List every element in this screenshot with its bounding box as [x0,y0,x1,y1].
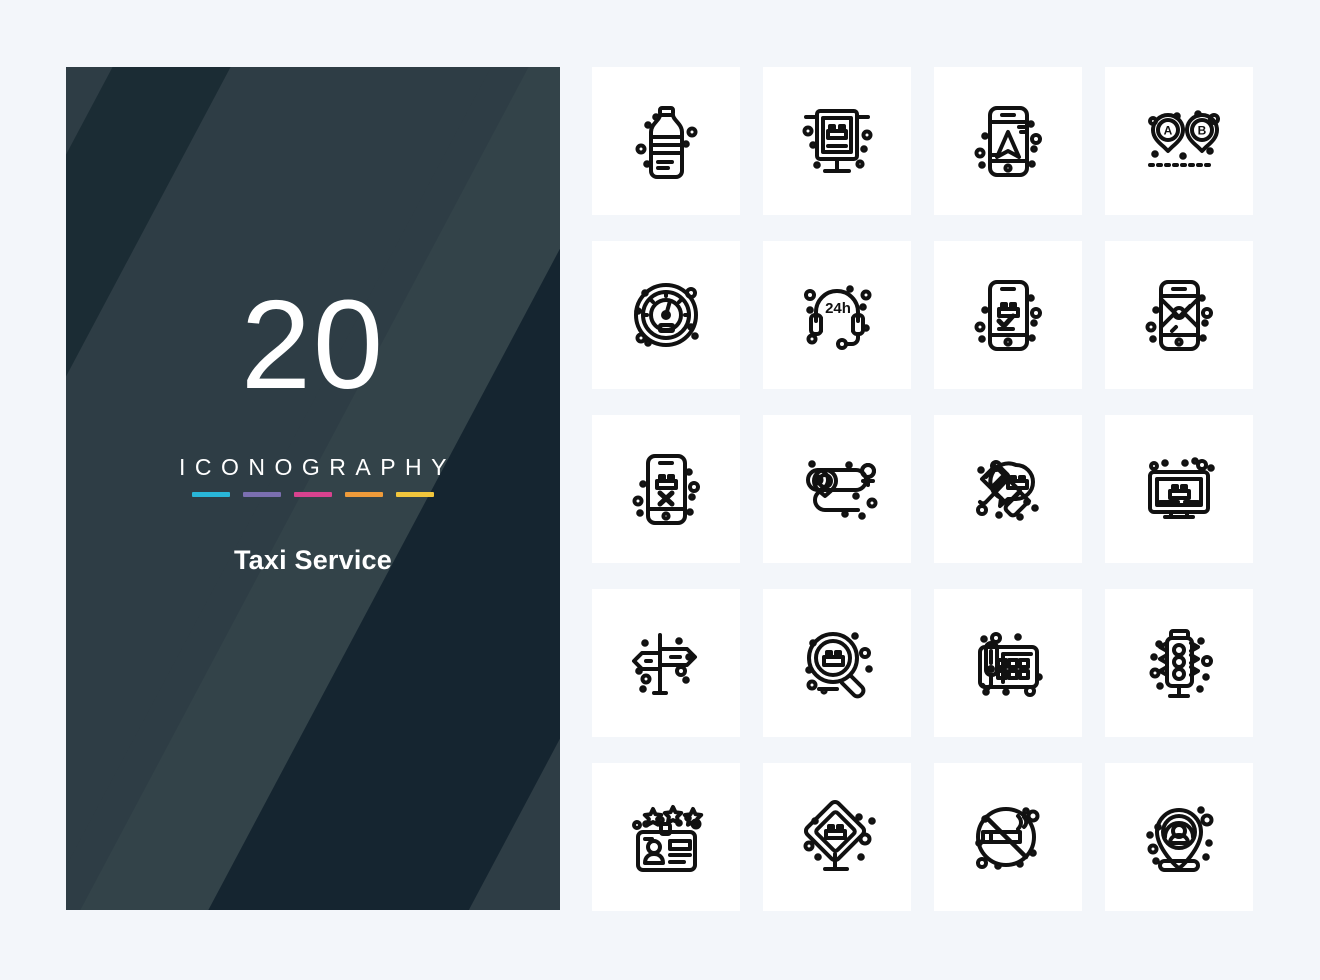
icon-card-12[interactable] [1105,415,1253,563]
svg-text:B: B [1198,124,1207,138]
icon-card-5[interactable] [592,241,740,389]
icon-card-16[interactable] [1105,589,1253,737]
taxi-stand-billboard-icon [802,109,873,173]
icon-card-1[interactable] [592,67,740,215]
landline-telephone-icon [978,632,1043,697]
icon-card-17[interactable] [592,763,740,911]
icon-card-10[interactable] [763,415,911,563]
smartphone-booking-cancelled-icon [632,454,700,525]
phone-call-taxi-icon [976,460,1039,521]
smartphone-navigation-icon [974,106,1042,177]
svg-text:24h: 24h [825,300,851,317]
accent-bar-orange [345,492,383,497]
icon-card-3[interactable] [934,67,1082,215]
a-to-b-route-pins-icon: A B [1148,110,1220,167]
traffic-light-icon [1149,629,1213,698]
icon-card-20[interactable] [1105,763,1253,911]
accent-bar-yellow [396,492,434,497]
direction-signpost-icon [632,633,697,695]
accent-bar-group [192,492,434,497]
iconography-label: ICONOGRAPHY [178,454,457,480]
icon-card-2[interactable] [763,67,911,215]
icon-card-7[interactable] [934,241,1082,389]
smartphone-booking-confirmed-icon [974,280,1042,351]
smartphone-map-location-icon [1145,280,1213,351]
water-bottle-icon [635,106,698,179]
screenshot-stage: 20 ICONOGRAPHY Taxi Service A B 24h [0,0,1320,980]
driver-id-rating-icon [632,805,704,872]
accent-bar-magenta [294,492,332,497]
headset-24h-support-icon: 24h [804,285,872,350]
icon-card-13[interactable] [592,589,740,737]
icon-count: 20 [240,274,386,415]
route-path-pin-icon [806,460,878,520]
icon-card-8[interactable] [1105,241,1253,389]
icon-grid: A B 24h [592,67,1253,911]
accent-bar-cyan [192,492,230,497]
icon-card-15[interactable] [934,589,1082,737]
desktop-taxi-booking-icon [1148,457,1215,519]
cover-subtitle: Taxi Service [233,545,392,575]
svg-text:A: A [1164,124,1173,138]
icon-card-14[interactable] [763,589,911,737]
icon-card-6[interactable]: 24h [763,241,911,389]
icon-card-4[interactable]: A B [1105,67,1253,215]
icon-card-9[interactable] [592,415,740,563]
search-taxi-icon [805,632,873,699]
passenger-location-pin-icon [1146,806,1214,872]
icon-card-18[interactable] [763,763,911,911]
taxi-road-sign-icon [803,799,876,871]
cover-panel: 20 ICONOGRAPHY Taxi Service [66,67,560,910]
accent-bar-purple [243,492,281,497]
icon-card-19[interactable] [934,763,1082,911]
icon-card-11[interactable] [934,415,1082,563]
speedometer-icon [634,283,699,347]
no-smoking-icon [975,807,1040,870]
